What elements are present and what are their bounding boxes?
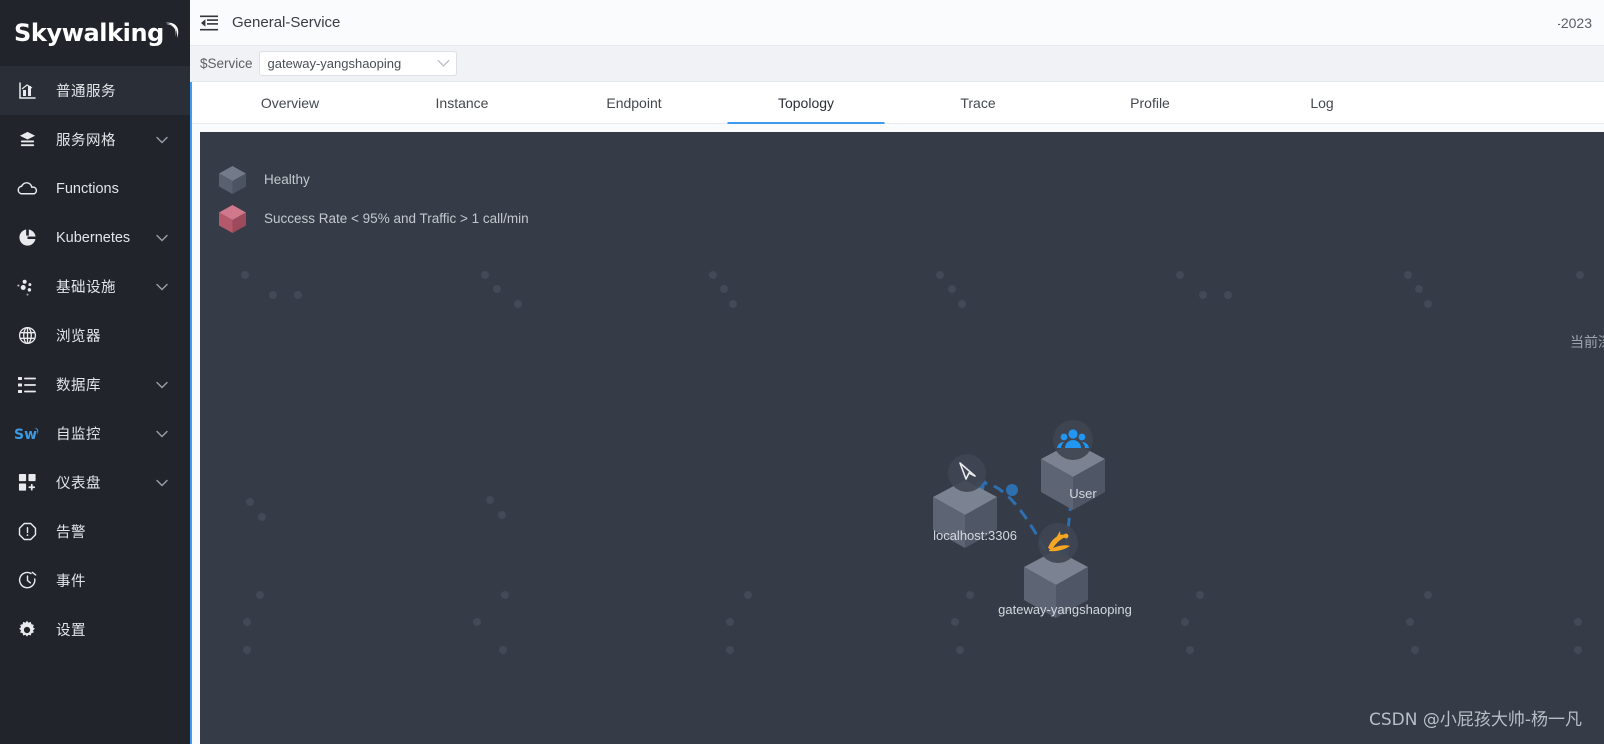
service-select[interactable]: gateway-yangshaoping (258, 51, 457, 76)
sidebar-item-label: 服务网格 (56, 133, 116, 149)
sidebar-item-label: 事件 (56, 574, 86, 590)
sidebar-item-label: 设置 (56, 623, 86, 639)
gear-icon (14, 617, 40, 643)
cube-icon (219, 166, 246, 194)
tab-label: Profile (1130, 94, 1170, 111)
tab-label: Overview (260, 94, 320, 111)
legend-item-unhealthy: Success Rate < 95% and Traffic > 1 call/… (216, 199, 529, 238)
tab-label: Endpoint (606, 94, 662, 111)
page-title: General-Service (232, 14, 341, 31)
sidebar-item-infrastructure[interactable]: 基础设施 (0, 262, 190, 311)
chart-bar-icon (14, 78, 40, 104)
database-list-icon (14, 372, 40, 398)
sidebar-nav: 普通服务 服务网格 Functions Kubernetes 基础设施 浏览器 … (0, 66, 190, 654)
chevron-down-icon (437, 59, 450, 68)
sidebar-item-label: 自监控 (56, 427, 101, 443)
dashboard-grid-icon (14, 470, 40, 496)
edge-midpoint-marker[interactable] (1006, 484, 1018, 496)
tab-label: Log (1310, 94, 1334, 111)
sidebar-item-label: 浏览器 (56, 329, 101, 345)
node-label-gateway: gateway-yangshaoping (998, 602, 1132, 617)
globe-icon (14, 323, 40, 349)
sidebar-item-label: 仪表盘 (56, 476, 101, 492)
svg-text:Sw: Sw (14, 427, 37, 443)
topology-depth-note: 当前深 (1570, 334, 1604, 350)
tab-endpoint[interactable]: Endpoint (548, 82, 720, 123)
node-label-localhost: localhost:3306 (933, 528, 1017, 543)
filter-bar: $Service gateway-yangshaoping (190, 46, 1604, 82)
legend-item-healthy: Healthy (216, 160, 529, 199)
app-root: Skywalking 普通服务 服务网格 Functions Kubernete… (0, 0, 1604, 744)
mesh-layers-icon (14, 127, 40, 153)
sidebar-item-browser[interactable]: 浏览器 (0, 311, 190, 360)
moon-icon (162, 22, 182, 44)
sidebar-item-self-monitoring[interactable]: Sw 自监控 (0, 409, 190, 458)
service-filter-label: $Service (200, 56, 253, 71)
node-label-user: User (1069, 486, 1097, 501)
time-range-label[interactable]: 2023- (1558, 15, 1592, 31)
tab-overview[interactable]: Overview (204, 82, 376, 123)
service-select-value: gateway-yangshaoping (267, 56, 402, 71)
event-clock-icon (14, 568, 40, 594)
chevron-down-icon (156, 474, 168, 492)
sidebar-item-label: Kubernetes (56, 229, 131, 246)
sidebar-item-kubernetes[interactable]: Kubernetes (0, 213, 190, 262)
tab-instance[interactable]: Instance (376, 82, 548, 123)
tab-profile[interactable]: Profile (1064, 82, 1236, 123)
tab-label: Topology (777, 94, 835, 111)
tab-label: Trace (960, 94, 996, 111)
legend-label: Healthy (264, 172, 310, 187)
brand-logo[interactable]: Skywalking (0, 0, 190, 66)
topology-panel: Healthy Success Rate < 95% and Traffic >… (190, 124, 1604, 744)
sidebar-item-label: 数据库 (56, 378, 101, 394)
chevron-down-icon (156, 229, 168, 247)
topology-legend: Healthy Success Rate < 95% and Traffic >… (216, 160, 529, 238)
sidebar-item-label: 告警 (56, 525, 86, 541)
chevron-down-icon (156, 131, 168, 149)
sidebar-item-alarm[interactable]: 告警 (0, 507, 190, 556)
alarm-octagon-icon (14, 519, 40, 545)
sidebar-item-general-service[interactable]: 普通服务 (0, 66, 190, 115)
tab-trace[interactable]: Trace (892, 82, 1064, 123)
sidebar-item-database[interactable]: 数据库 (0, 360, 190, 409)
brand-name: Skywalking (14, 19, 164, 47)
tab-bar: Overview Instance Endpoint Topology Trac… (190, 82, 1604, 124)
active-panel-indicator (190, 82, 192, 744)
sidebar-item-service-mesh[interactable]: 服务网格 (0, 115, 190, 164)
menu-fold-icon[interactable] (198, 12, 220, 34)
topbar: General-Service 2023- (190, 0, 1604, 46)
tab-label: Instance (435, 94, 489, 111)
kubernetes-icon (14, 225, 40, 251)
sidebar-item-settings[interactable]: 设置 (0, 605, 190, 654)
chevron-down-icon (156, 376, 168, 394)
sidebar: Skywalking 普通服务 服务网格 Functions Kubernete… (0, 0, 190, 744)
sidebar-item-event[interactable]: 事件 (0, 556, 190, 605)
chevron-down-icon (156, 425, 168, 443)
legend-label: Success Rate < 95% and Traffic > 1 call/… (264, 211, 529, 226)
watermark: CSDN @小屁孩大帅-杨一凡 (1368, 710, 1582, 730)
infrastructure-dots-icon (14, 274, 40, 300)
main-content: General-Service 2023- $Service gateway-y… (190, 0, 1604, 744)
chevron-down-icon (156, 278, 168, 296)
tab-log[interactable]: Log (1236, 82, 1408, 123)
sidebar-item-label: 普通服务 (56, 84, 116, 100)
sidebar-item-dashboard[interactable]: 仪表盘 (0, 458, 190, 507)
topology-canvas[interactable]: Healthy Success Rate < 95% and Traffic >… (200, 132, 1604, 744)
sidebar-item-label: Functions (56, 180, 119, 197)
sidebar-item-functions[interactable]: Functions (0, 164, 190, 213)
cube-icon (219, 205, 246, 233)
tab-topology[interactable]: Topology (720, 82, 892, 123)
sw-logo-icon: Sw (14, 421, 40, 447)
sidebar-item-label: 基础设施 (56, 280, 116, 296)
cloud-icon (14, 176, 40, 202)
